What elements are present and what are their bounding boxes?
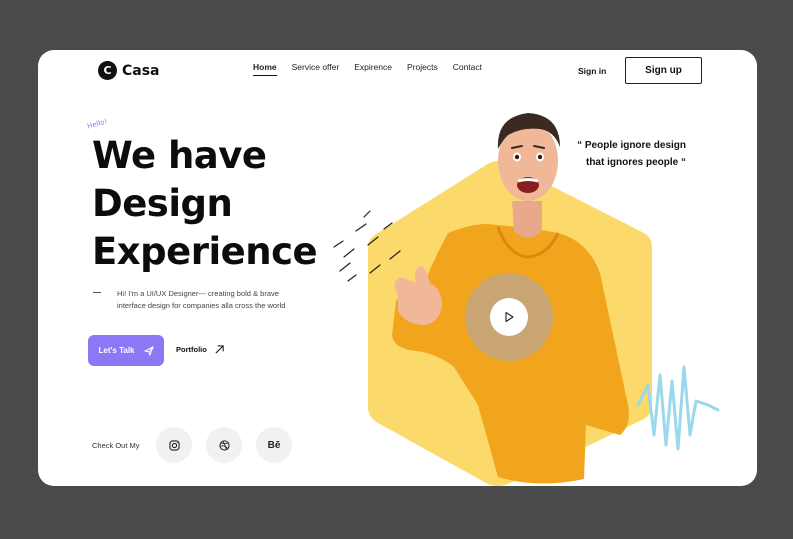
- instagram-button[interactable]: [156, 427, 192, 463]
- lets-talk-button[interactable]: Let's Talk: [88, 335, 164, 366]
- send-icon: [143, 345, 154, 356]
- portfolio-label: Portfolio: [176, 345, 207, 354]
- sign-up-button[interactable]: Sign up: [625, 57, 702, 84]
- sign-in-link[interactable]: Sign in: [578, 66, 606, 76]
- nav-item-home[interactable]: Home: [253, 62, 277, 76]
- hero-headline: We have Design Experience: [92, 132, 332, 276]
- intro-line-2: interface design for companies alla cros…: [117, 301, 286, 310]
- person-neck: [512, 201, 542, 238]
- headline-line-2: Design: [92, 182, 233, 225]
- logo-mark: C: [98, 61, 117, 80]
- nav-item-projects[interactable]: Projects: [407, 62, 438, 72]
- video-play-ring: [465, 273, 553, 361]
- portfolio-link[interactable]: Portfolio: [176, 344, 225, 355]
- intro-text: Hi! I'm a UI/UX Designer--- creating bol…: [117, 288, 317, 312]
- main-nav: Home Service offer Expirence Projects Co…: [253, 62, 482, 76]
- play-icon: [505, 311, 514, 323]
- social-label: Check Out My: [92, 441, 140, 450]
- brand-name: Casa: [122, 62, 160, 79]
- play-video-button[interactable]: [490, 298, 528, 336]
- greeting-text: Hello!: [86, 117, 109, 131]
- hero-quote: “ People ignore design that ignores peop…: [571, 137, 686, 171]
- headline-line-1: We have: [92, 134, 267, 177]
- headline-line-3: Experience: [92, 230, 318, 273]
- lets-talk-label: Let's Talk: [98, 346, 135, 355]
- nav-item-service-offer[interactable]: Service offer: [292, 62, 340, 72]
- nav-item-contact[interactable]: Contact: [453, 62, 482, 72]
- behance-button[interactable]: Bē: [256, 427, 292, 463]
- intro-dash: [93, 292, 101, 293]
- quote-line-1: “ People ignore design: [577, 140, 686, 151]
- brand-logo[interactable]: C Casa: [98, 61, 160, 80]
- instagram-icon: [168, 439, 180, 451]
- nav-item-experience[interactable]: Expirence: [354, 62, 392, 72]
- landing-page: C Casa Home Service offer Expirence Proj…: [38, 50, 757, 486]
- intro-line-1: Hi! I'm a UI/UX Designer--- creating bol…: [117, 289, 279, 298]
- arrow-up-right-icon: [215, 345, 224, 354]
- behance-icon: Bē: [267, 439, 281, 451]
- dribbble-button[interactable]: [206, 427, 242, 463]
- dribbble-icon: [218, 439, 230, 451]
- quote-line-2: that ignores people “: [585, 157, 686, 168]
